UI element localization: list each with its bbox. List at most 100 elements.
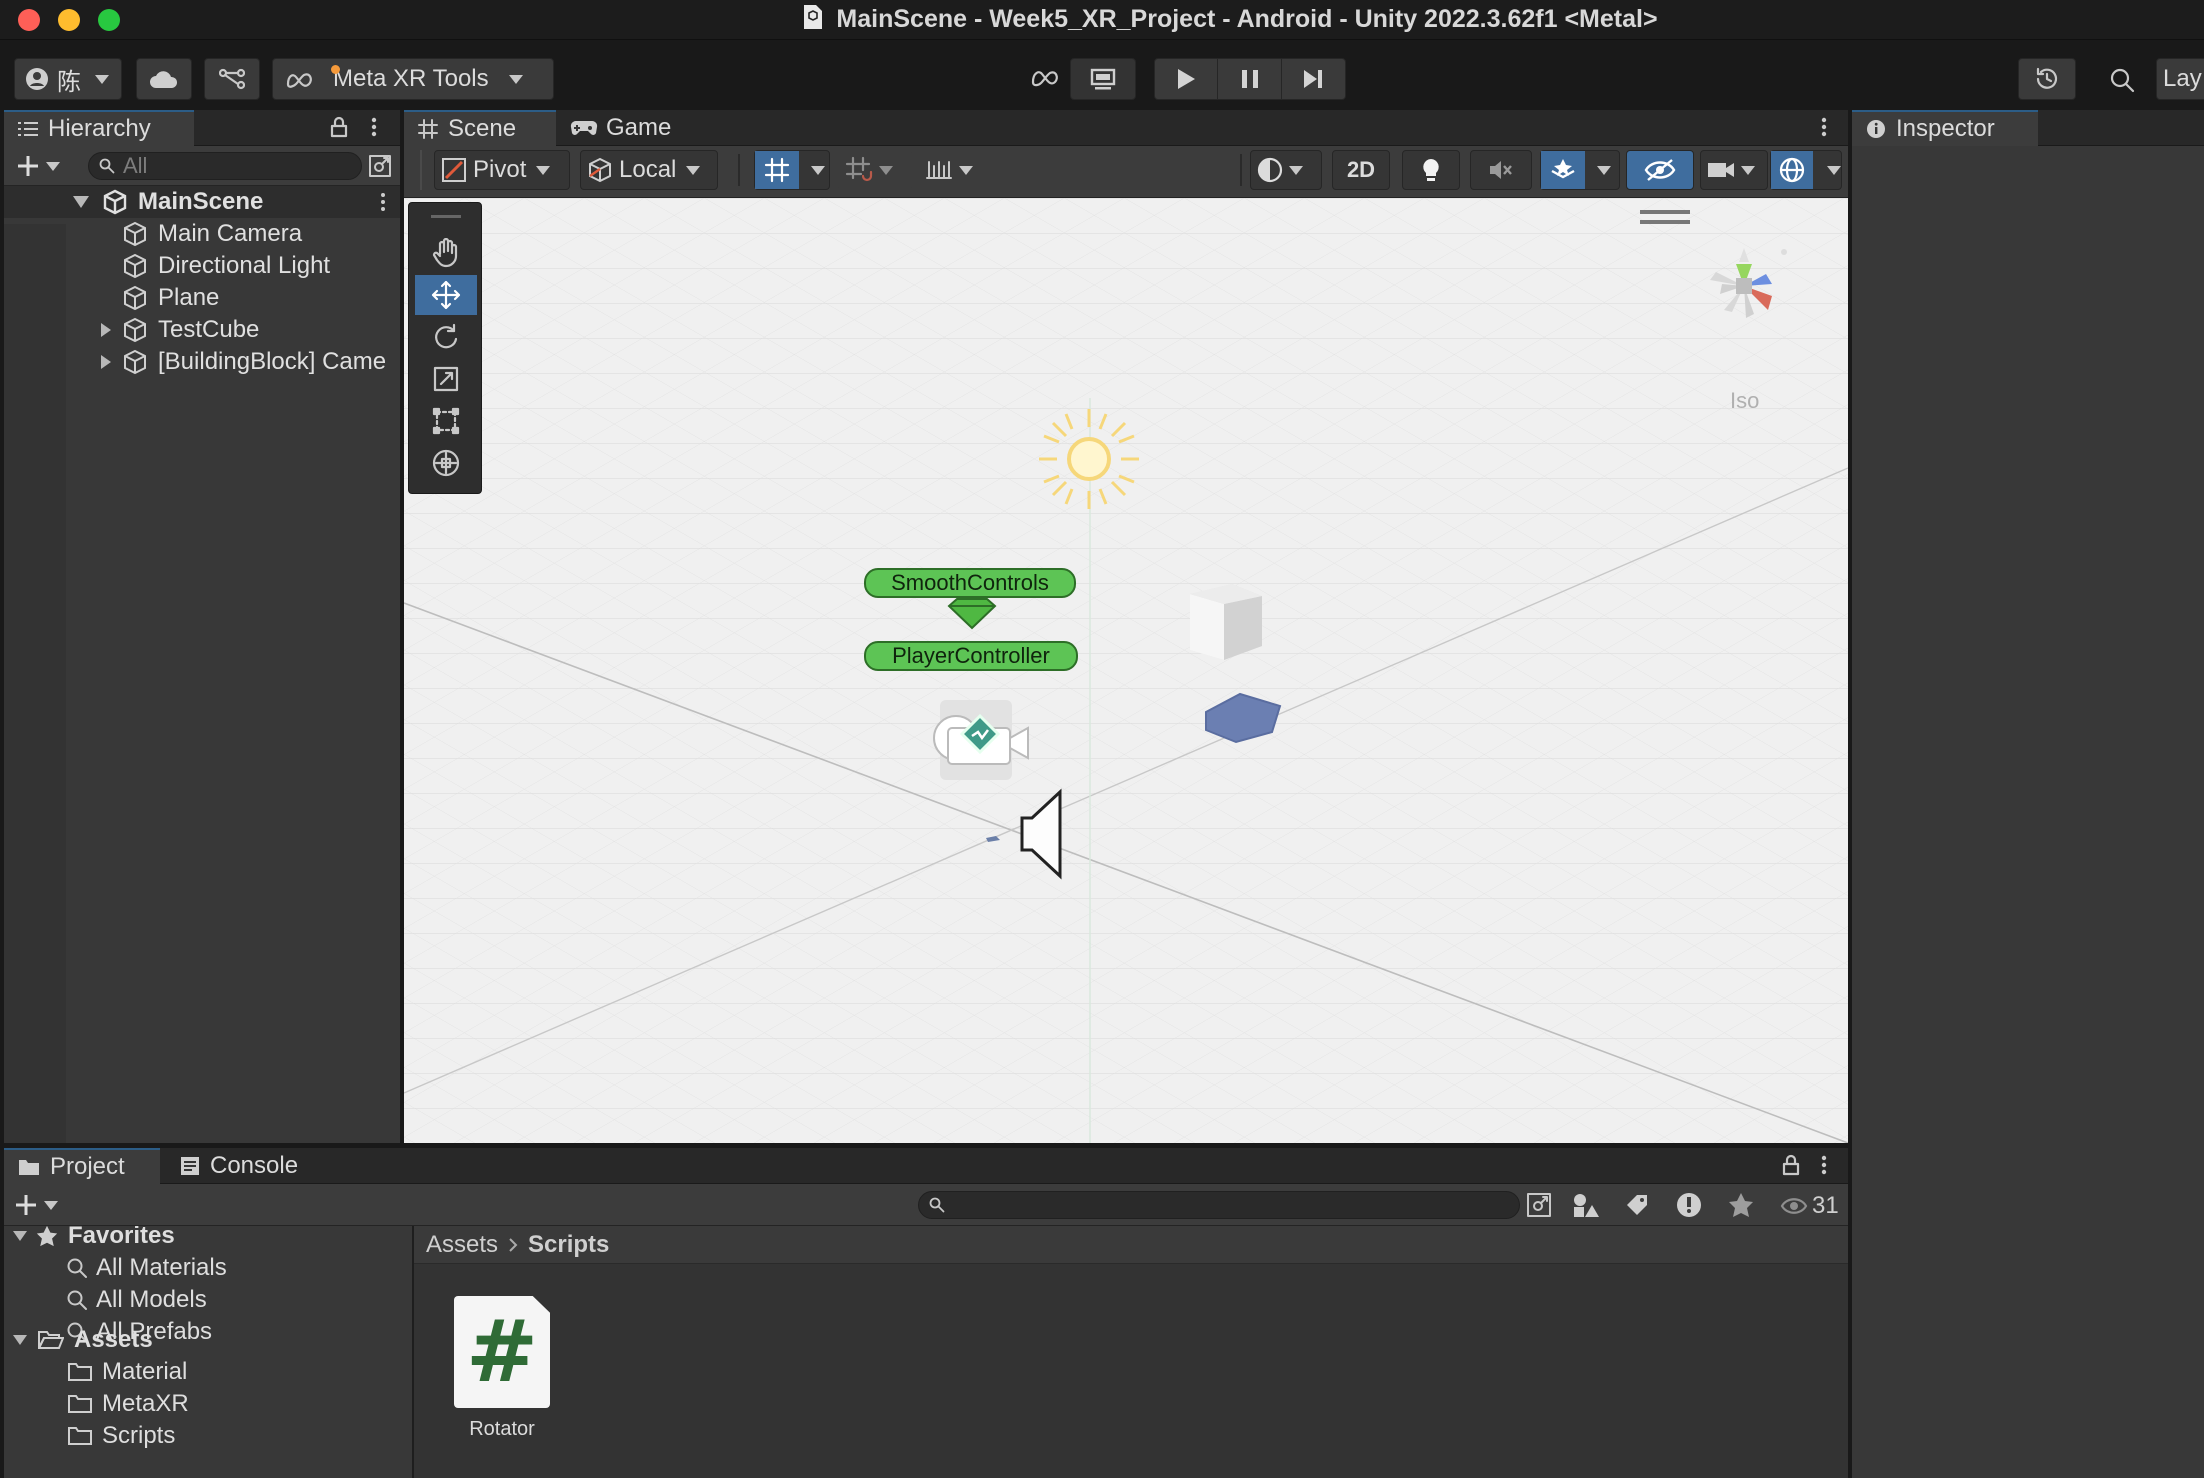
meta-link-icon[interactable]	[1030, 66, 1060, 88]
search-button[interactable]	[2100, 62, 2144, 98]
kebab-menu-icon[interactable]	[1820, 1154, 1828, 1176]
audio-source-gizmo-icon[interactable]	[982, 788, 1082, 882]
breadcrumb-assets[interactable]: Assets	[426, 1231, 498, 1259]
scene-camera-dropdown[interactable]	[1700, 150, 1768, 190]
assets-folder-row[interactable]: Assets	[12, 1324, 153, 1356]
tab-project[interactable]: Project	[4, 1148, 160, 1184]
hierarchy-item[interactable]: Plane	[4, 282, 400, 314]
scene-visibility-toggle[interactable]	[1626, 150, 1694, 190]
orientation-gizmo[interactable]	[1684, 228, 1804, 368]
hidden-packages-toggle[interactable]: 31	[1780, 1192, 1839, 1220]
incremental-snap-toggle[interactable]	[838, 150, 912, 190]
layout-dropdown[interactable]: Lay	[2156, 58, 2204, 100]
tab-game[interactable]: Game	[556, 110, 696, 146]
diamond-gizmo-icon[interactable]	[947, 598, 997, 630]
asset-folder-item[interactable]: MetaXR	[68, 1388, 189, 1420]
tab-inspector[interactable]: Inspector	[1852, 110, 2038, 146]
draw-mode-dropdown[interactable]	[1250, 150, 1322, 190]
toolbar-separator	[1240, 154, 1242, 186]
account-dropdown[interactable]: 陈	[14, 58, 122, 100]
asset-file-rotator[interactable]: # Rotator	[454, 1296, 554, 1446]
expand-arrow-icon[interactable]	[100, 354, 112, 370]
scene-viewport[interactable]: Iso SmoothControls PlayerController	[404, 198, 1848, 1143]
2d-toggle-button[interactable]: 2D	[1332, 150, 1390, 190]
folder-icon	[68, 1394, 92, 1414]
rect-tool-button[interactable]	[415, 401, 477, 441]
smooth-controls-gizmo-label[interactable]: SmoothControls	[864, 568, 1076, 598]
gizmos-dropdown[interactable]	[1770, 150, 1842, 190]
lock-icon[interactable]	[330, 116, 348, 138]
filter-by-type-icon[interactable]	[1572, 1192, 1600, 1218]
title-bar: MainScene - Week5_XR_Project - Android -…	[0, 0, 2204, 40]
play-button[interactable]	[1155, 59, 1219, 99]
hidden-count: 31	[1812, 1192, 1839, 1219]
hand-tool-button[interactable]	[415, 233, 477, 273]
favorites-header[interactable]: Favorites	[12, 1226, 175, 1252]
camera-gizmo-icon[interactable]	[928, 700, 1032, 784]
expand-arrow-icon[interactable]	[100, 322, 112, 338]
ruler-toggle[interactable]	[918, 150, 988, 190]
search-by-type-icon[interactable]	[368, 154, 392, 178]
favorite-star-icon[interactable]	[1728, 1192, 1754, 1218]
project-search-field[interactable]	[918, 1191, 1520, 1219]
gizmo-grip[interactable]	[1640, 210, 1690, 214]
cloud-button[interactable]	[136, 58, 192, 100]
info-icon	[1866, 119, 1886, 139]
test-cube-object[interactable]	[1180, 580, 1270, 664]
effects-toggle[interactable]	[1540, 150, 1620, 190]
player-controller-gizmo-label[interactable]: PlayerController	[864, 641, 1078, 671]
hierarchy-scene-row[interactable]: MainScene	[4, 186, 400, 218]
asset-folder-item[interactable]: Scripts	[68, 1420, 175, 1452]
hierarchy-item[interactable]: [BuildingBlock] Came	[4, 346, 400, 378]
grid-snapping-toggle[interactable]	[754, 150, 830, 190]
lighting-toggle[interactable]	[1402, 150, 1460, 190]
pivot-icon	[441, 157, 467, 183]
chevron-down-icon	[95, 74, 109, 84]
filter-by-label-icon[interactable]	[1624, 1192, 1650, 1218]
create-dropdown[interactable]	[16, 154, 60, 178]
asset-folder-item[interactable]: Material	[68, 1356, 187, 1388]
overlay-grip[interactable]	[431, 215, 461, 218]
lock-icon[interactable]	[1782, 1154, 1800, 1176]
kebab-menu-icon[interactable]	[370, 116, 378, 138]
undo-history-button[interactable]	[2018, 58, 2076, 100]
local-dropdown[interactable]: Local	[580, 150, 718, 190]
pivot-dropdown[interactable]: Pivot	[434, 150, 570, 190]
kebab-menu-icon[interactable]	[1820, 116, 1828, 138]
local-label: Local	[619, 156, 677, 183]
hierarchy-item[interactable]: Main Camera	[4, 218, 400, 250]
breadcrumb-scripts[interactable]: Scripts	[528, 1231, 609, 1259]
plane-object[interactable]	[1198, 690, 1288, 746]
rotate-tool-button[interactable]	[415, 317, 477, 357]
error-filter-icon[interactable]	[1676, 1192, 1702, 1218]
search-by-type-icon[interactable]	[1526, 1192, 1552, 1218]
hierarchy-item[interactable]: TestCube	[4, 314, 400, 346]
scale-tool-button[interactable]	[415, 359, 477, 399]
hierarchy-search-field[interactable]: All	[88, 152, 362, 180]
favorite-item[interactable]: All Models	[66, 1284, 207, 1316]
transform-tool-button[interactable]	[415, 443, 477, 483]
tab-scene[interactable]: Scene	[404, 110, 556, 146]
gameobject-cube-icon	[122, 317, 148, 343]
audio-toggle[interactable]	[1470, 150, 1532, 190]
tab-console[interactable]: Console	[166, 1148, 326, 1184]
kebab-menu-icon[interactable]	[380, 192, 386, 212]
search-icon	[99, 158, 115, 174]
expand-arrow-icon[interactable]	[72, 195, 90, 209]
project-toolbar: 31	[4, 1184, 1848, 1226]
create-asset-dropdown[interactable]	[14, 1193, 58, 1217]
hierarchy-item[interactable]: Directional Light	[4, 250, 400, 282]
device-simulator-button[interactable]	[1070, 58, 1136, 100]
version-control-button[interactable]	[204, 58, 260, 100]
expand-arrow-icon	[12, 1230, 28, 1242]
favorite-item[interactable]: All Materials	[66, 1252, 227, 1284]
directional-light-gizmo[interactable]	[1034, 404, 1144, 514]
projection-label[interactable]: Iso	[1730, 388, 1759, 414]
pause-button[interactable]	[1218, 59, 1282, 99]
meta-xr-tools-dropdown[interactable]: Meta XR Tools	[272, 58, 554, 100]
project-content: Assets Scripts # Rotator	[414, 1226, 1848, 1478]
tab-hierarchy[interactable]: Hierarchy	[4, 110, 194, 146]
step-button[interactable]	[1282, 59, 1345, 99]
move-tool-button[interactable]	[415, 275, 477, 315]
2d-toggle-label: 2D	[1346, 157, 1376, 182]
